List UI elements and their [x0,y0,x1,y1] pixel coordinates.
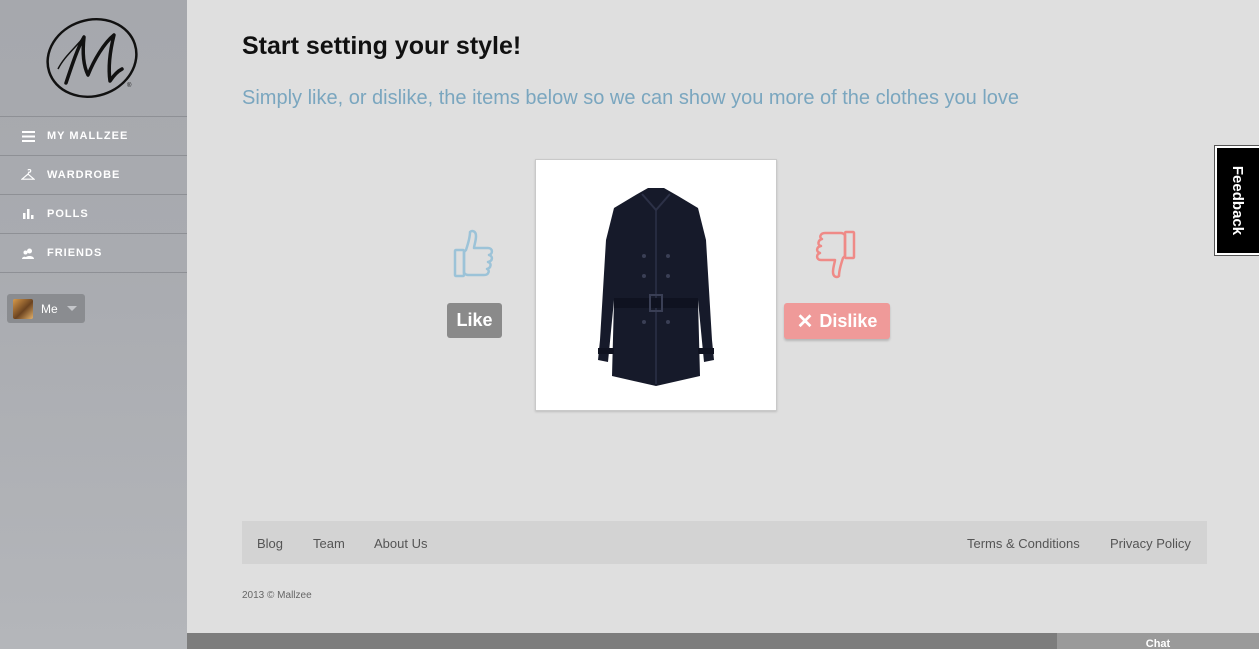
chevron-down-icon [66,306,77,311]
thumbs-up-icon[interactable] [450,228,496,285]
dislike-label: Dislike [819,310,878,331]
close-icon: ✕ [796,310,814,333]
bar-chart-icon [21,207,35,221]
copyright: 2013 © Mallzee [242,590,312,601]
user-menu-button[interactable]: Me [7,294,85,323]
footer-link-privacy[interactable]: Privacy Policy [1110,536,1191,551]
page-title: Start setting your style! [242,32,522,60]
logo[interactable]: ® [0,0,187,117]
avatar [13,298,33,319]
menu-icon [21,129,35,143]
people-icon [21,246,35,260]
sidebar-item-label: FRIENDS [47,247,103,259]
sidebar-item-friends[interactable]: FRIENDS [0,234,187,273]
footer-link-blog[interactable]: Blog [257,536,283,551]
sidebar: ® MY MALLZEE WARDROBE POLLS FRIENDS Me [0,0,187,649]
sidebar-item-label: POLLS [47,208,89,220]
sidebar-item-label: MY MALLZEE [47,130,129,142]
footer-link-team[interactable]: Team [313,536,345,551]
footer-link-terms[interactable]: Terms & Conditions [967,536,1080,551]
dislike-button[interactable]: ✕ Dislike [784,303,890,339]
sidebar-item-label: WARDROBE [47,169,121,181]
feedback-tab[interactable]: Feedback [1214,145,1259,256]
footer-link-about-us[interactable]: About Us [374,536,427,551]
footer-links: Blog Team About Us Terms & Conditions Pr… [242,521,1207,564]
chat-tab[interactable]: Chat [1057,633,1259,649]
product-card[interactable] [535,159,777,411]
sidebar-item-polls[interactable]: POLLS [0,195,187,234]
page-subtitle: Simply like, or dislike, the items below… [242,87,1020,109]
thumbs-down-icon[interactable] [813,228,859,285]
like-button[interactable]: Like [447,303,502,338]
user-label: Me [41,301,58,316]
svg-text:®: ® [127,82,132,89]
hanger-icon [21,168,35,182]
bottom-bar [187,633,1057,649]
sidebar-item-my-mallzee[interactable]: MY MALLZEE [0,117,187,156]
mallzee-m-logo-icon: ® [45,18,138,98]
sidebar-item-wardrobe[interactable]: WARDROBE [0,156,187,195]
feedback-label: Feedback [1229,165,1247,236]
trench-coat-image [598,188,714,386]
